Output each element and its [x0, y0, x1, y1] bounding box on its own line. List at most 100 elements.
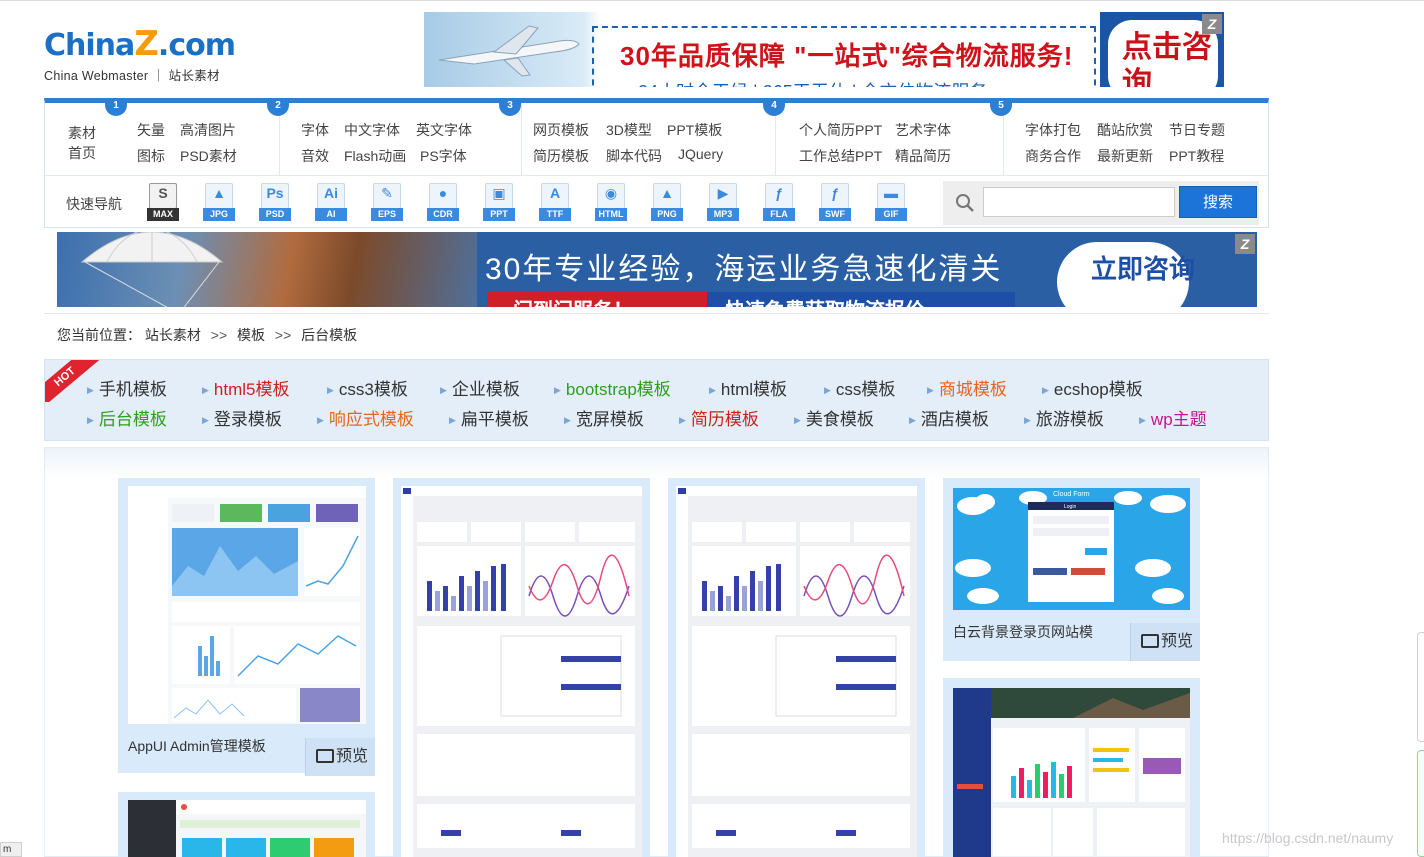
template-thumbnail[interactable]: Cloud Form Login — [953, 488, 1190, 610]
nav-link-resume-templates[interactable]: 简历模板 — [533, 146, 589, 166]
nav-link-cool-sites[interactable]: 酷站欣赏 — [1097, 120, 1153, 140]
nav-link-english-fonts[interactable]: 英文字体 — [416, 120, 472, 140]
arrow-bullet-icon: ▶ — [927, 385, 934, 395]
quick-nav-cdr-icon[interactable]: ● CDR — [427, 183, 459, 221]
tag-link[interactable]: ▶ 手机模板 — [87, 375, 167, 400]
quick-nav-max-icon[interactable]: S MAX — [147, 183, 179, 221]
template-thumbnail[interactable] — [401, 486, 642, 857]
mid-ad-banner[interactable]: 30年专业经验，海运业务急速化清关 门到门服务！ 快速免费获取物流报价 立即咨询… — [57, 232, 1257, 307]
quick-nav-mp3-icon[interactable]: ▶ MP3 — [707, 183, 739, 221]
breadcrumb-item[interactable]: 模板 — [237, 327, 265, 343]
side-widget[interactable] — [1417, 750, 1424, 857]
nav-link-font-pack[interactable]: 字体打包 — [1025, 120, 1081, 140]
tag-link[interactable]: ▶ 商城模板 — [927, 375, 1007, 400]
template-title[interactable]: 白云背景登录页网站模 — [953, 622, 1093, 642]
template-card[interactable]: Cloud Form Login 白云背景登录页网站模 预览 — [943, 478, 1200, 661]
search-input[interactable] — [983, 187, 1175, 217]
tag-link[interactable]: ▶ 简历模板 — [679, 405, 759, 430]
tag-link[interactable]: ▶ ecshop模板 — [1042, 375, 1143, 400]
tag-link[interactable]: ▶ 后台模板 — [87, 405, 167, 430]
template-card[interactable] — [668, 478, 925, 857]
nav-link-premium-resume[interactable]: 精品简历 — [895, 146, 951, 166]
quick-nav-html-icon[interactable]: ◉ HTML — [595, 183, 627, 221]
format-glyph: ƒ — [775, 185, 783, 201]
format-label: SWF — [819, 208, 851, 221]
nav-link-business[interactable]: 商务合作 — [1025, 146, 1081, 166]
quick-nav-swf-icon[interactable]: ƒ SWF — [819, 183, 851, 221]
template-card[interactable] — [943, 678, 1200, 857]
nav-link-ppt-tutorials[interactable]: PPT教程 — [1169, 146, 1224, 166]
quick-nav-eps-icon[interactable]: ✎ EPS — [371, 183, 403, 221]
template-thumbnail[interactable] — [128, 486, 366, 724]
nav-link-jquery[interactable]: JQuery — [678, 146, 723, 162]
nav-link-scripts[interactable]: 脚本代码 — [606, 146, 662, 166]
nav-link-latest[interactable]: 最新更新 — [1097, 146, 1153, 166]
nav-link-ps-fonts[interactable]: PS字体 — [420, 146, 467, 166]
mid-ad-cta[interactable]: 立即咨询 — [1091, 254, 1195, 284]
template-card[interactable] — [118, 792, 375, 857]
breadcrumb-label: 您当前位置： — [57, 327, 141, 343]
nav-link-3d-models[interactable]: 3D模型 — [606, 120, 652, 140]
nav-link-fonts[interactable]: 字体 — [301, 120, 329, 140]
tag-link[interactable]: ▶ 响应式模板 — [317, 405, 414, 430]
tag-link[interactable]: ▶ 酒店模板 — [909, 405, 989, 430]
nav-link-sound[interactable]: 音效 — [301, 146, 329, 166]
template-tag-bar: HOT ▶ 手机模板 ▶ html5模板 ▶ css3模板 ▶ 企业模板 ▶ bootstrap模… — [44, 359, 1269, 441]
quick-nav-psd-icon[interactable]: Ps PSD — [259, 183, 291, 221]
breadcrumb: 您当前位置： 站长素材 >> 模板 >> 后台模板 — [44, 313, 1269, 353]
nav-link-work-summary-ppt[interactable]: 工作总结PPT — [799, 146, 882, 166]
quick-nav-gif-icon[interactable]: ▬ GIF — [875, 183, 907, 221]
tag-link[interactable]: ▶ 旅游模板 — [1024, 405, 1104, 430]
top-ad-cta[interactable]: 点击咨询 — [1122, 30, 1224, 87]
nav-link-resume-ppt[interactable]: 个人简历PPT — [799, 120, 882, 140]
template-card[interactable]: AppUI Admin管理模板 预览 — [118, 478, 375, 776]
tag-link[interactable]: ▶ html模板 — [709, 375, 787, 400]
nav-link-flash[interactable]: Flash动画 — [344, 146, 406, 166]
nav-link-art-fonts[interactable]: 艺术字体 — [895, 120, 951, 140]
format-glyph: ◉ — [604, 185, 618, 201]
nav-home-line1[interactable]: 素材 — [68, 123, 96, 143]
preview-button[interactable]: 预览 — [1130, 623, 1200, 661]
breadcrumb-item-current[interactable]: 后台模板 — [301, 327, 357, 343]
preview-button[interactable]: 预览 — [305, 738, 375, 776]
quick-nav-png-icon[interactable]: ▲ PNG — [651, 183, 683, 221]
quick-nav-jpg-icon[interactable]: ▲ JPG — [203, 183, 235, 221]
nav-home-line2[interactable]: 首页 — [68, 143, 96, 163]
tag-link[interactable]: ▶ html5模板 — [202, 375, 290, 400]
nav-link-vector[interactable]: 矢量 — [137, 120, 165, 140]
tag-link[interactable]: ▶ wp主题 — [1139, 405, 1207, 430]
nav-link-hd-images[interactable]: 高清图片 — [180, 120, 236, 140]
top-ad-subline: 24小时全天候 | 365天无休 | 全方位物流服务 — [638, 78, 987, 87]
template-card[interactable] — [393, 478, 650, 857]
quick-nav-ttf-icon[interactable]: A TTF — [539, 183, 571, 221]
side-widget[interactable] — [1417, 632, 1424, 742]
nav-link-chinese-fonts[interactable]: 中文字体 — [344, 120, 400, 140]
ad-badge-icon: Z — [1202, 14, 1222, 34]
nav-link-ppt-templates[interactable]: PPT模板 — [667, 120, 722, 140]
nav-link-icons[interactable]: 图标 — [137, 146, 165, 166]
corner-tab[interactable]: m — [0, 842, 22, 857]
quick-nav-ai-icon[interactable]: Ai AI — [315, 183, 347, 221]
quick-nav-fla-icon[interactable]: ƒ FLA — [763, 183, 795, 221]
tag-link[interactable]: ▶ 宽屏模板 — [564, 405, 644, 430]
tag-link[interactable]: ▶ 美食模板 — [794, 405, 874, 430]
tag-link[interactable]: ▶ bootstrap模板 — [554, 375, 671, 400]
nav-link-web-templates[interactable]: 网页模板 — [533, 120, 589, 140]
quick-nav-ppt-icon[interactable]: ▣ PPT — [483, 183, 515, 221]
template-thumbnail[interactable] — [128, 800, 366, 857]
arrow-bullet-icon: ▶ — [202, 415, 209, 425]
breadcrumb-item[interactable]: 站长素材 — [145, 327, 201, 343]
tag-link[interactable]: ▶ 企业模板 — [440, 375, 520, 400]
nav-link-psd[interactable]: PSD素材 — [180, 146, 237, 166]
template-thumbnail[interactable] — [953, 688, 1190, 857]
tag-link[interactable]: ▶ 登录模板 — [202, 405, 282, 430]
search-button[interactable]: 搜索 — [1179, 186, 1257, 218]
template-thumbnail[interactable] — [676, 486, 917, 857]
tag-link[interactable]: ▶ css3模板 — [327, 375, 408, 400]
tag-link[interactable]: ▶ css模板 — [824, 375, 895, 400]
site-logo[interactable]: ChinaZ.com China Webmaster ｜ 站长素材 — [44, 27, 254, 88]
template-title[interactable]: AppUI Admin管理模板 — [128, 736, 266, 756]
nav-link-holiday-topics[interactable]: 节日专题 — [1169, 120, 1225, 140]
tag-link[interactable]: ▶ 扁平模板 — [449, 405, 529, 430]
top-ad-banner[interactable]: 30年品质保障 "一站式"综合物流服务! 24小时全天候 | 365天无休 | … — [424, 12, 1224, 87]
